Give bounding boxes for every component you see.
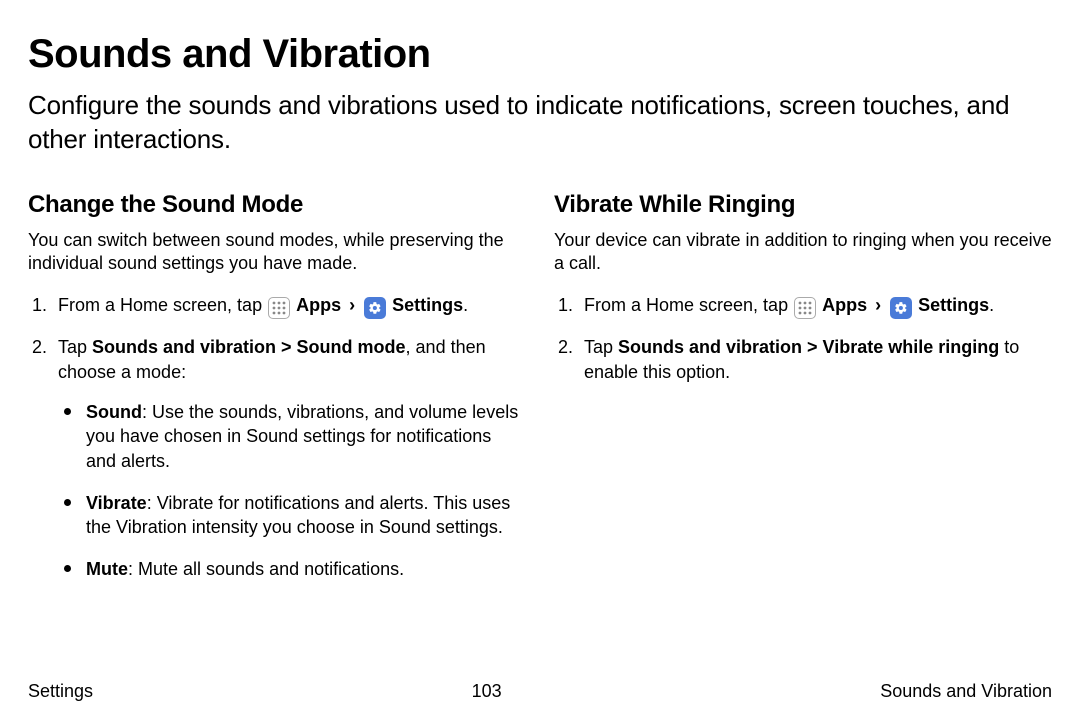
apps-label: Apps — [296, 295, 341, 315]
step-item: Tap Sounds and vibration > Sound mode, a… — [28, 335, 526, 581]
step-item: From a Home screen, tap Apps › Settings. — [28, 293, 526, 319]
option-desc: : Use the sounds, vibrations, and volume… — [86, 402, 518, 471]
footer-right: Sounds and Vibration — [880, 681, 1052, 702]
chevron-right-icon: › — [875, 295, 881, 315]
chevron-right-icon: › — [349, 295, 355, 315]
step-bold: Sounds and vibration > Sound mode — [92, 337, 406, 357]
content-columns: Change the Sound Mode You can switch bet… — [28, 191, 1052, 600]
option-name: Vibrate — [86, 493, 147, 513]
section-intro-vibrate-ringing: Your device can vibrate in addition to r… — [554, 229, 1052, 276]
steps-sound-mode: From a Home screen, tap Apps › Settings.… — [28, 293, 526, 581]
option-desc: : Vibrate for notifications and alerts. … — [86, 493, 510, 537]
page-footer: Settings 103 Sounds and Vibration — [28, 681, 1052, 702]
column-right: Vibrate While Ringing Your device can vi… — [554, 191, 1052, 600]
option-desc: : Mute all sounds and notifications. — [128, 559, 404, 579]
settings-label: Settings — [392, 295, 463, 315]
list-item: Mute: Mute all sounds and notifications. — [58, 557, 526, 581]
step-item: Tap Sounds and vibration > Vibrate while… — [554, 335, 1052, 384]
list-item: Sound: Use the sounds, vibrations, and v… — [58, 400, 526, 473]
step-bold: Sounds and vibration > Vibrate while rin… — [618, 337, 999, 357]
column-left: Change the Sound Mode You can switch bet… — [28, 191, 526, 600]
section-heading-sound-mode: Change the Sound Mode — [28, 191, 526, 219]
footer-page-number: 103 — [472, 681, 502, 702]
step-item: From a Home screen, tap Apps › Settings. — [554, 293, 1052, 319]
period: . — [463, 295, 468, 315]
apps-label: Apps — [822, 295, 867, 315]
mode-options: Sound: Use the sounds, vibrations, and v… — [58, 400, 526, 582]
section-heading-vibrate-ringing: Vibrate While Ringing — [554, 191, 1052, 219]
footer-left: Settings — [28, 681, 93, 702]
steps-vibrate-ringing: From a Home screen, tap Apps › Settings.… — [554, 293, 1052, 384]
settings-label: Settings — [918, 295, 989, 315]
step-text: Tap — [58, 337, 92, 357]
step-text: From a Home screen, tap — [58, 295, 267, 315]
page-title: Sounds and Vibration — [28, 32, 1052, 77]
page-subtitle: Configure the sounds and vibrations used… — [28, 89, 1052, 157]
apps-icon — [268, 297, 290, 319]
option-name: Sound — [86, 402, 142, 422]
settings-icon — [364, 297, 386, 319]
step-text: Tap — [584, 337, 618, 357]
section-intro-sound-mode: You can switch between sound modes, whil… — [28, 229, 526, 276]
step-text: From a Home screen, tap — [584, 295, 793, 315]
list-item: Vibrate: Vibrate for notifications and a… — [58, 491, 526, 540]
period: . — [989, 295, 994, 315]
settings-icon — [890, 297, 912, 319]
apps-icon — [794, 297, 816, 319]
option-name: Mute — [86, 559, 128, 579]
